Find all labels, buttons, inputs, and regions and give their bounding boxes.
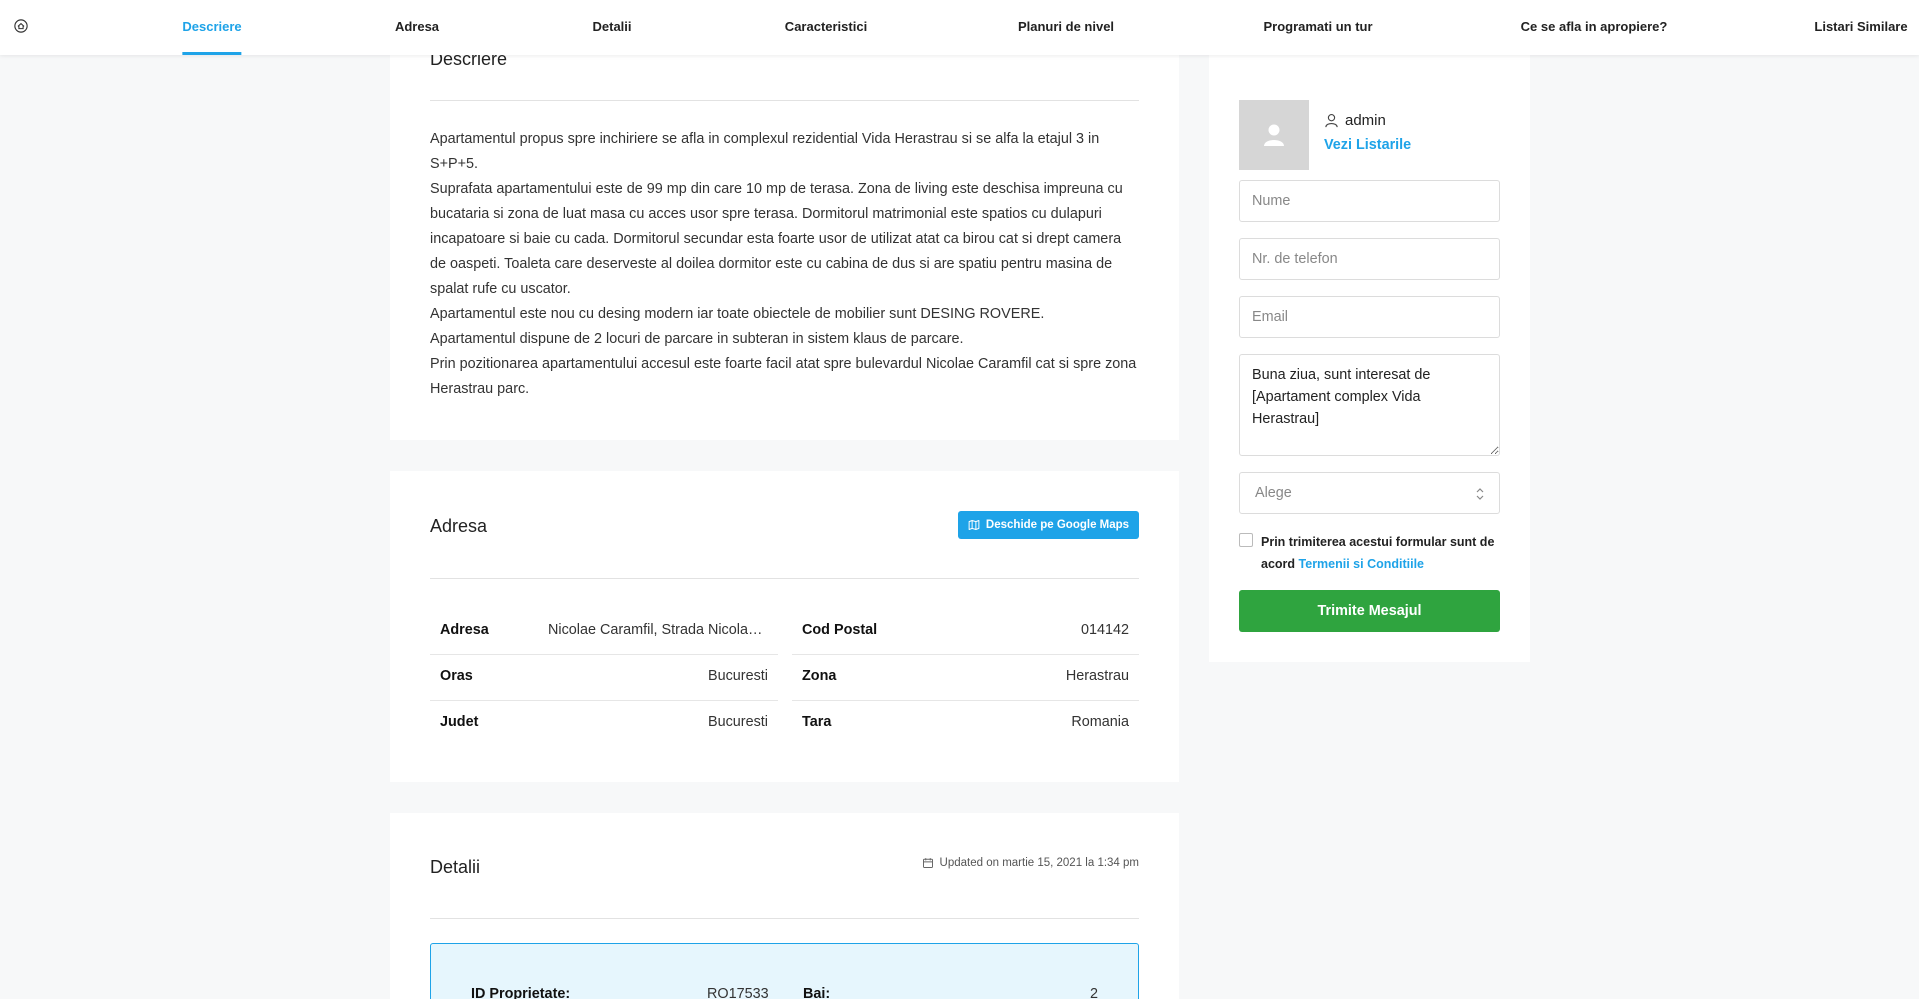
- divider: [430, 918, 1139, 919]
- description-paragraph: Apartamentul dispune de 2 locuri de parc…: [430, 331, 964, 347]
- phone-input[interactable]: [1239, 238, 1500, 280]
- option-select-value: Alege: [1255, 485, 1292, 501]
- user-placeholder-icon: [1264, 124, 1284, 146]
- map-icon: [968, 520, 980, 530]
- consent-text: Prin trimiterea acestui formular sunt de…: [1261, 531, 1506, 575]
- description-text: Apartamentul propus spre inchiriere se a…: [430, 127, 1139, 402]
- user-icon: [1325, 114, 1338, 128]
- address-row-label: Tara: [802, 714, 832, 730]
- detail-value: 2: [1090, 986, 1099, 999]
- details-panel: Detalii Updated on martie 15, 2021 la 1:…: [390, 813, 1179, 999]
- divider: [430, 578, 1139, 579]
- detail-label: Bai:: [803, 986, 831, 999]
- description-title: Descriere: [430, 55, 508, 69]
- nav-tab-planuri-de-nivel[interactable]: Planuri de nivel: [1018, 0, 1114, 55]
- agent-name: admin: [1324, 112, 1386, 129]
- updated-date-text: Updated on martie 15, 2021 la 1:34 pm: [939, 857, 1139, 869]
- updated-date: Updated on martie 15, 2021 la 1:34 pm: [922, 857, 1139, 869]
- description-panel: Descriere Apartamentul propus spre inchi…: [390, 55, 1179, 440]
- details-box: ID Proprietate: RO17533 Bai: 2: [430, 943, 1139, 999]
- home-logo-icon[interactable]: [14, 19, 28, 33]
- address-row-value: 014142: [1080, 622, 1129, 638]
- nav-tab-detalii[interactable]: Detalii: [592, 0, 631, 55]
- address-column-left: Adresa Nicolae Caramfil, Strada Nicolae …: [430, 609, 778, 747]
- nav-tab-descriere[interactable]: Descriere: [182, 0, 242, 55]
- description-paragraph: Suprafata apartamentului este de 99 mp d…: [430, 181, 1123, 297]
- nav-tab-adresa[interactable]: Adresa: [395, 0, 439, 55]
- address-row: Adresa Nicolae Caramfil, Strada Nicolae …: [430, 609, 778, 655]
- view-listings-link[interactable]: Vezi Listarile: [1324, 137, 1411, 153]
- calendar-icon: [922, 858, 933, 868]
- agent-name-text: admin: [1345, 112, 1386, 129]
- contact-agent-sidebar: admin Vezi Listarile Buna ziua, sunt int…: [1209, 55, 1530, 662]
- nav-tab-programati-un-tur[interactable]: Programati un tur: [1263, 0, 1372, 55]
- consent-checkbox[interactable]: [1239, 533, 1253, 547]
- description-paragraph: Apartamentul propus spre inchiriere se a…: [430, 131, 1100, 172]
- open-google-maps-button[interactable]: Deschide pe Google Maps: [958, 511, 1139, 539]
- nav-tab-listari-similare[interactable]: Listari Similare: [1814, 0, 1907, 55]
- address-row-label: Oras: [440, 668, 473, 684]
- option-select[interactable]: Alege: [1239, 472, 1500, 514]
- address-row-value: Bucuresti: [708, 714, 768, 730]
- address-row: Zona Herastrau: [792, 655, 1139, 701]
- address-row: Cod Postal 014142: [792, 609, 1139, 655]
- section-navbar: Descriere Adresa Detalii Caracteristici …: [0, 0, 1919, 55]
- address-row-label: Adresa: [440, 622, 489, 638]
- divider: [430, 100, 1139, 101]
- address-title: Adresa: [430, 516, 488, 536]
- address-row-label: Cod Postal: [802, 622, 878, 638]
- detail-value: RO17533: [707, 986, 769, 999]
- agent-avatar: [1239, 100, 1309, 170]
- address-row-value: Romania: [1071, 714, 1129, 730]
- chevron-up-down-icon: [1476, 488, 1484, 500]
- email-input[interactable]: [1239, 296, 1500, 338]
- details-title: Detalii: [430, 857, 481, 877]
- address-row-label: Zona: [802, 668, 837, 684]
- name-input[interactable]: [1239, 180, 1500, 222]
- message-textarea[interactable]: Buna ziua, sunt interesat de [Apartament…: [1239, 354, 1500, 456]
- description-paragraph: Prin pozitionarea apartamentului accesul…: [430, 356, 1137, 397]
- nav-tab-ce-se-afla-in-apropiere[interactable]: Ce se afla in apropiere?: [1521, 0, 1668, 55]
- address-row-value: Bucuresti: [708, 668, 768, 684]
- send-message-button[interactable]: Trimite Mesajul: [1239, 590, 1500, 632]
- address-row-label: Judet: [440, 714, 479, 730]
- nav-tab-caracteristici[interactable]: Caracteristici: [785, 0, 867, 55]
- detail-label: ID Proprietate:: [471, 986, 571, 999]
- address-row: Tara Romania: [792, 701, 1139, 747]
- description-paragraph: Apartamentul este nou cu desing modern i…: [430, 306, 1045, 322]
- address-row-value: Nicolae Caramfil, Strada Nicolae Caramfi…: [548, 622, 768, 638]
- address-row-value: Herastrau: [1065, 668, 1129, 684]
- address-panel: Adresa Deschide pe Google Maps Adresa Ni…: [390, 471, 1179, 782]
- open-google-maps-label: Deschide pe Google Maps: [985, 519, 1130, 531]
- address-row: Oras Bucuresti: [430, 655, 778, 701]
- address-column-right: Cod Postal 014142 Zona Herastrau Tara Ro…: [792, 609, 1139, 747]
- terms-link[interactable]: Termenii si Conditiile: [1299, 557, 1424, 571]
- address-row: Judet Bucuresti: [430, 701, 778, 747]
